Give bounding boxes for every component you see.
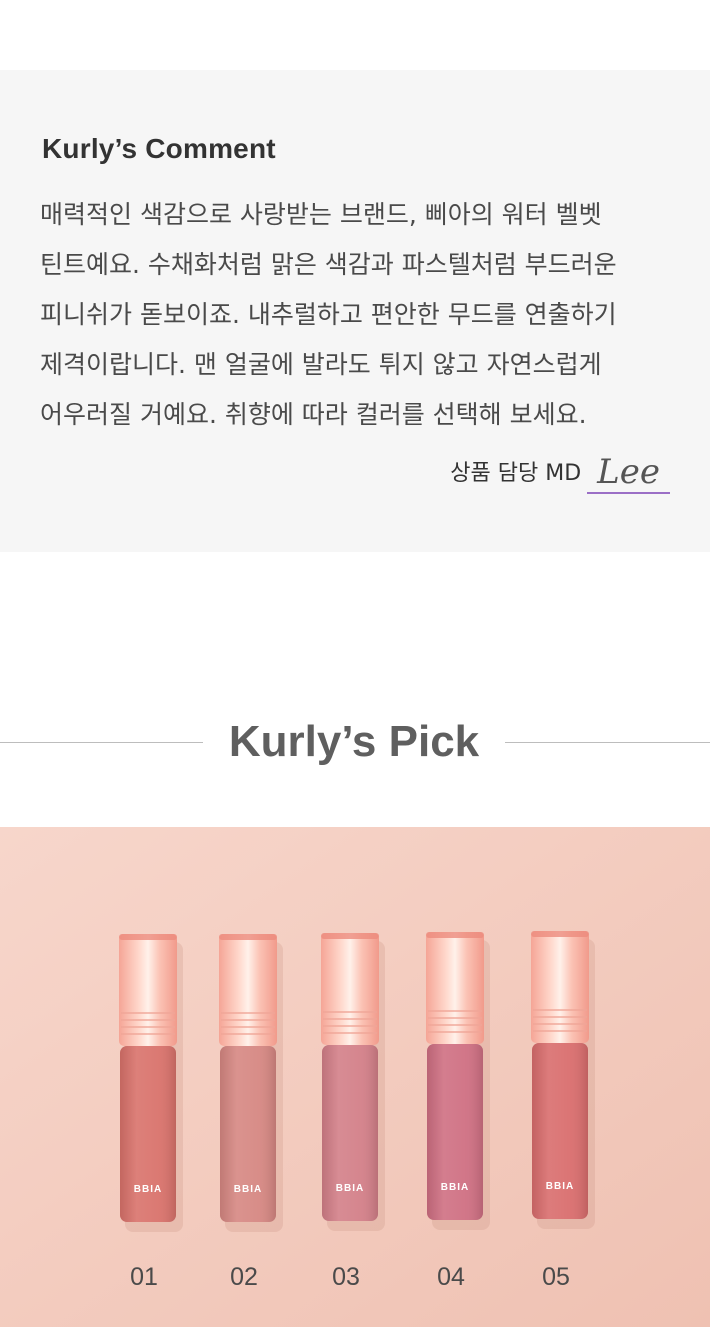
bottle-body-shade — [322, 1045, 378, 1221]
cap-ridge — [323, 1018, 377, 1020]
comment-line: 어우러질 거예요. 취향에 따라 컬러를 선택해 보세요. — [40, 400, 587, 429]
bottle-body-shade — [220, 1046, 276, 1222]
cap-rim — [219, 934, 277, 940]
cap-ridge — [428, 1017, 482, 1019]
comment-title: Kurly’s Comment — [42, 133, 276, 164]
product-detail-page: Kurly’s Comment 매력적인 색감으로 사랑받는 브랜드, 삐아의 … — [0, 0, 710, 1327]
tint-bottle-04: BBIA — [426, 932, 490, 1230]
cap-ridge — [533, 1030, 587, 1032]
shade-number-label: 05 — [542, 1263, 570, 1291]
tint-bottle-02: BBIA — [219, 934, 283, 1232]
comment-line: 틴트예요. 수채화처럼 맑은 색감과 파스텔처럼 부드러운 — [40, 250, 617, 279]
bottle-brand-label: BBIA — [134, 1184, 162, 1195]
signature-name: Lee — [587, 452, 670, 494]
cap-ridge — [121, 1033, 175, 1035]
kurlys-pick-heading: Kurly’s Pick — [0, 712, 710, 772]
cap-ridge — [121, 1026, 175, 1028]
cap-ridge — [533, 1009, 587, 1011]
cap-ridge — [428, 1024, 482, 1026]
cap-ridge — [221, 1012, 275, 1014]
heading-divider-right — [505, 742, 710, 743]
cap-rim — [321, 933, 379, 939]
comment-line: 피니쉬가 돋보이죠. 내추럴하고 편안한 무드를 연출하기 — [40, 300, 617, 329]
tint-lineup-illustration: BBIA 01 BBIA 02 BBIA 03 BBIA 04 BBIA 05 — [0, 827, 710, 1327]
shade-number-label: 03 — [332, 1263, 360, 1291]
cap-ridge — [121, 1019, 175, 1021]
comment-body: 매력적인 색감으로 사랑받는 브랜드, 삐아의 워터 벨벳 틴트예요. 수채화처… — [40, 190, 680, 440]
bottle-body-shade — [120, 1046, 176, 1222]
md-signature: 상품 담당 MD Lee — [450, 452, 670, 494]
cap-ridge — [221, 1026, 275, 1028]
shade-number-label: 01 — [130, 1263, 158, 1291]
comment-line: 제격이랍니다. 맨 얼굴에 발라도 튀지 않고 자연스럽게 — [40, 350, 602, 379]
shade-number-label: 02 — [230, 1263, 258, 1291]
tint-bottle-01: BBIA — [119, 934, 183, 1232]
bottle-cap — [531, 931, 589, 1043]
heading-divider-left — [0, 742, 203, 743]
cap-ridge — [221, 1033, 275, 1035]
signature-label: 상품 담당 MD — [450, 461, 582, 486]
bottle-brand-label: BBIA — [234, 1184, 262, 1195]
bottle-cap — [426, 932, 484, 1044]
cap-rim — [426, 932, 484, 938]
cap-ridge — [323, 1032, 377, 1034]
comment-line: 매력적인 색감으로 사랑받는 브랜드, 삐아의 워터 벨벳 — [40, 200, 602, 229]
cap-rim — [119, 934, 177, 940]
cap-ridge — [221, 1019, 275, 1021]
pick-title: Kurly’s Pick — [228, 717, 480, 766]
cap-ridge — [428, 1010, 482, 1012]
cap-ridge — [323, 1011, 377, 1013]
tint-bottle-05: BBIA — [531, 931, 595, 1229]
bottle-brand-label: BBIA — [441, 1182, 469, 1193]
bottle-cap — [219, 934, 277, 1046]
cap-rim — [531, 931, 589, 937]
bottle-cap — [119, 934, 177, 1046]
bottle-body-shade — [427, 1044, 483, 1220]
bottle-cap — [321, 933, 379, 1045]
product-lineup-image: BBIA 01 BBIA 02 BBIA 03 BBIA 04 BBIA 05 — [0, 827, 710, 1327]
cap-ridge — [323, 1025, 377, 1027]
cap-ridge — [533, 1023, 587, 1025]
tint-bottle-03: BBIA — [321, 933, 385, 1231]
shade-number-label: 04 — [437, 1263, 465, 1291]
cap-ridge — [533, 1016, 587, 1018]
bottle-body-shade — [532, 1043, 588, 1219]
bottle-brand-label: BBIA — [546, 1181, 574, 1192]
bottle-brand-label: BBIA — [336, 1183, 364, 1194]
cap-ridge — [428, 1031, 482, 1033]
cap-ridge — [121, 1012, 175, 1014]
